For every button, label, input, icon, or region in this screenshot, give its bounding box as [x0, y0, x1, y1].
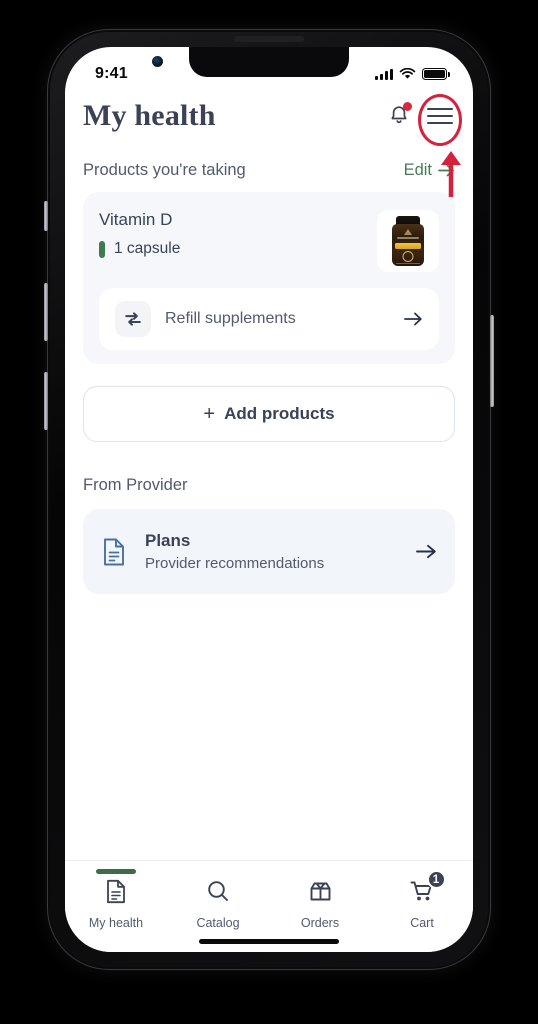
home-indicator[interactable]: [199, 939, 339, 944]
bottom-tab-bar: My health Catalog Orders 1 Cart: [65, 860, 473, 952]
tab-icon-container: [308, 879, 333, 909]
plans-card[interactable]: Plans Provider recommendations: [83, 509, 455, 594]
tab-cart[interactable]: 1 Cart: [371, 869, 473, 930]
menu-line-top: [427, 107, 453, 111]
tab-orders[interactable]: Orders: [269, 869, 371, 930]
status-bar-icons: [375, 68, 450, 80]
active-tab-indicator: [96, 869, 136, 874]
arrow-right-icon: [404, 312, 422, 326]
tab-icon-container: [105, 879, 127, 909]
plans-title: Plans: [145, 531, 191, 550]
app-content: My health Products you're taking Edit Vi…: [65, 91, 473, 594]
tab-my-health[interactable]: My health: [65, 869, 167, 930]
product-row[interactable]: Vitamin D 1 capsule: [99, 210, 439, 272]
tab-icon-container: 1: [410, 870, 446, 909]
document-icon: [104, 538, 124, 565]
header-actions: [387, 94, 462, 197]
annotation-highlight-ellipse: [418, 94, 462, 146]
tab-label: My health: [88, 916, 144, 930]
products-card: Vitamin D 1 capsule Refill supplements: [83, 192, 455, 364]
earpiece-speaker: [234, 36, 304, 42]
menu-line-middle: [427, 114, 453, 118]
notifications-button[interactable]: [387, 102, 412, 129]
refill-icon-container: [115, 301, 151, 337]
refill-supplements-row[interactable]: Refill supplements: [99, 288, 439, 350]
plans-subtitle: Provider recommendations: [145, 555, 325, 572]
dose-label: 1 capsule: [114, 240, 181, 257]
refresh-swap-icon: [125, 312, 141, 326]
cart-badge: 1: [426, 870, 446, 889]
plus-icon: +: [203, 403, 216, 425]
products-section-header: Products you're taking Edit: [83, 161, 455, 180]
add-products-button[interactable]: + Add products: [83, 386, 455, 442]
cellular-signal-icon: [375, 68, 393, 80]
refill-label: Refill supplements: [165, 310, 296, 327]
wifi-icon: [399, 68, 416, 79]
phone-screen: 9:41 My health Products you're taking Ed…: [65, 47, 473, 952]
products-section-title: Products you're taking: [83, 161, 246, 179]
product-info: Vitamin D 1 capsule: [99, 210, 180, 258]
hamburger-menu-button[interactable]: [418, 94, 462, 197]
tab-label: Cart: [410, 916, 434, 930]
product-dose: 1 capsule: [99, 240, 180, 258]
menu-line-bottom: [427, 121, 453, 125]
volume-up-button[interactable]: [44, 283, 48, 341]
product-name: Vitamin D: [99, 210, 173, 229]
supplement-bottle-image: [390, 216, 426, 266]
screenshot-stage: 9:41 My health Products you're taking Ed…: [0, 0, 538, 1024]
document-icon: [107, 879, 125, 904]
page-title: My health: [83, 99, 216, 132]
front-camera: [152, 56, 163, 67]
search-icon: [208, 881, 228, 901]
tab-label: Catalog: [196, 916, 240, 930]
notification-badge-dot: [403, 102, 412, 111]
tab-catalog[interactable]: Catalog: [167, 869, 269, 930]
battery-full-icon: [422, 68, 450, 80]
tab-label: Orders: [300, 916, 340, 930]
add-products-label: Add products: [224, 404, 335, 423]
arrow-right-icon: [416, 544, 436, 559]
provider-section-title: From Provider: [83, 476, 188, 494]
open-box-icon: [310, 882, 330, 901]
phone-notch: [189, 47, 349, 77]
volume-down-button[interactable]: [44, 372, 48, 430]
app-header: My health: [83, 91, 462, 197]
status-bar-time: 9:41: [95, 65, 128, 82]
mute-switch-button[interactable]: [44, 201, 48, 231]
arrow-right-icon: [438, 164, 454, 177]
tab-icon-container: [206, 879, 230, 909]
capsule-icon: [99, 240, 105, 258]
edit-products-link[interactable]: Edit: [404, 161, 455, 180]
product-thumbnail: [377, 210, 439, 272]
plans-text: Plans Provider recommendations: [145, 531, 398, 572]
power-button[interactable]: [490, 315, 494, 407]
edit-label: Edit: [403, 161, 432, 179]
